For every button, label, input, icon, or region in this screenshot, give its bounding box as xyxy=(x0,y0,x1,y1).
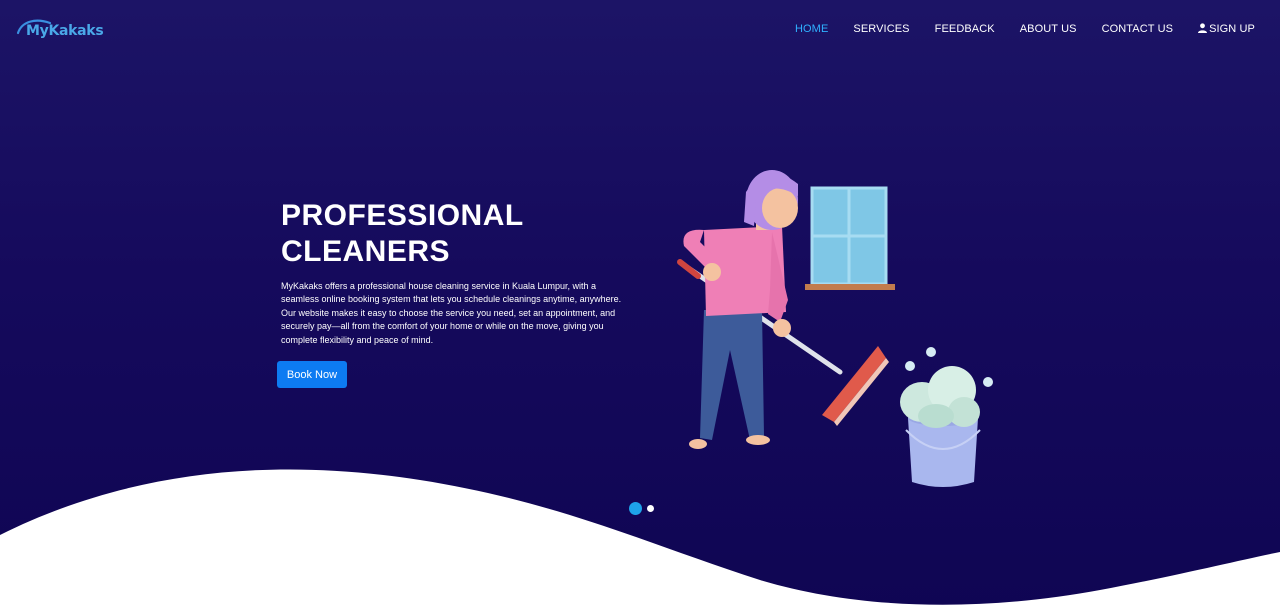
carousel-indicators xyxy=(629,502,654,515)
hero-section: MyKakaks HOME SERVICES FEEDBACK ABOUT US… xyxy=(0,0,1280,615)
carousel-dot-1[interactable] xyxy=(629,502,642,515)
carousel-dot-2[interactable] xyxy=(647,505,654,512)
hero-wave-divider xyxy=(0,469,1280,615)
